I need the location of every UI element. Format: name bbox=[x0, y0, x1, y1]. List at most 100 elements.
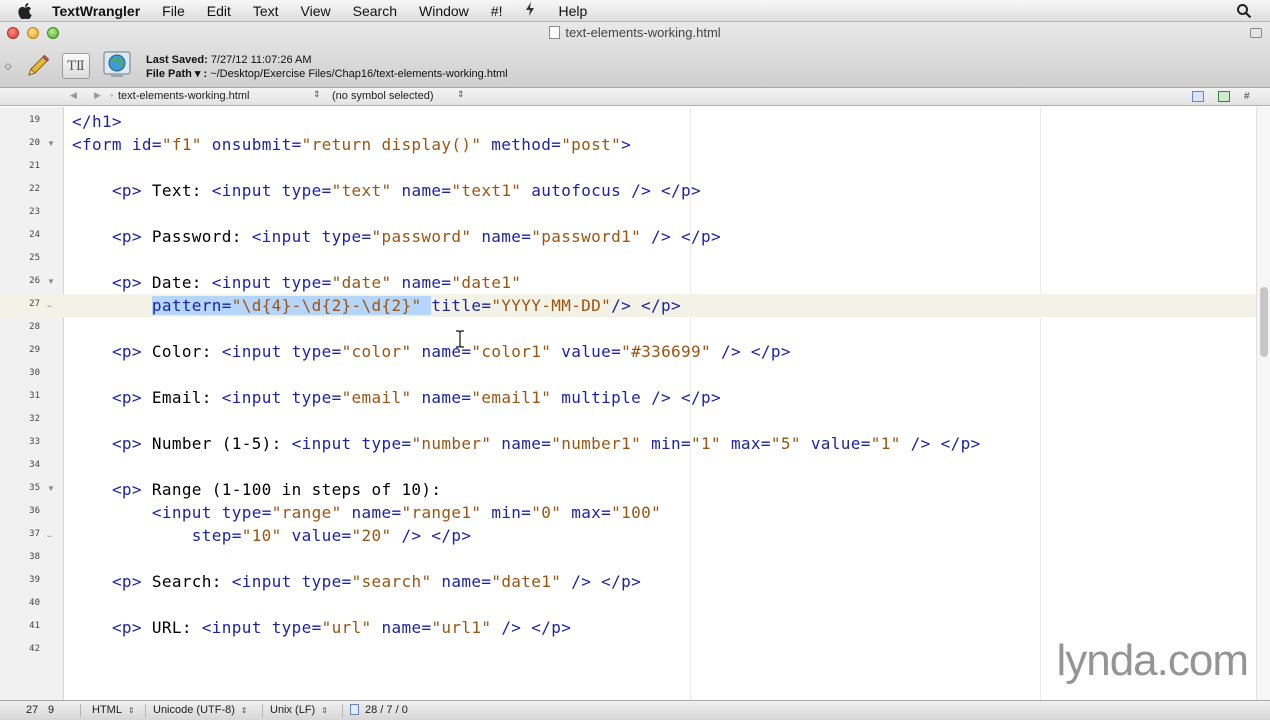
code-line[interactable]: 30 bbox=[0, 363, 1256, 386]
fold-end-icon[interactable]: ⌙ bbox=[47, 532, 53, 540]
menu-help[interactable]: Help bbox=[547, 0, 598, 22]
nav-forward-icon[interactable]: ▶ bbox=[94, 90, 101, 101]
code-token: max= bbox=[720, 434, 771, 453]
menu-window[interactable]: Window bbox=[408, 0, 480, 22]
code-line[interactable]: 26 ▼ <p> Date: <input type="date" name="d… bbox=[0, 271, 1256, 294]
code-text: <p> Search: <input type="search" name="d… bbox=[72, 572, 641, 591]
code-text: <p> URL: <input type="url" name="url1" /… bbox=[72, 618, 571, 637]
code-token: type= bbox=[291, 342, 342, 361]
edit-pencil-icon[interactable] bbox=[24, 52, 52, 80]
encoding-menu[interactable]: Unicode (UTF-8) ⇕ bbox=[153, 704, 248, 716]
file-path-label[interactable]: File Path ▾ : bbox=[146, 68, 207, 80]
status-bar: 27 9 HTML ⇕ Unicode (UTF-8) ⇕ Unix (LF) ⇕ 2… bbox=[0, 700, 1270, 720]
code-token: step= bbox=[191, 526, 242, 545]
code-line[interactable]: 32 bbox=[0, 409, 1256, 432]
menu-shebang[interactable]: #! bbox=[480, 0, 514, 22]
nav-back-icon[interactable]: ◀ bbox=[70, 90, 77, 101]
menu-file[interactable]: File bbox=[151, 0, 196, 22]
line-number: 22 bbox=[29, 184, 40, 194]
code-text: <p> Password: <input type="password" nam… bbox=[72, 227, 721, 246]
fold-collapse-icon[interactable]: ▼ bbox=[47, 484, 55, 493]
code-line[interactable]: 29 <p> Color: <input type="color" name="… bbox=[0, 340, 1256, 363]
spotlight-search-icon[interactable] bbox=[1236, 3, 1252, 19]
code-line[interactable]: 21 bbox=[0, 156, 1256, 179]
code-line[interactable]: 38 bbox=[0, 547, 1256, 570]
code-line[interactable]: 25 bbox=[0, 248, 1256, 271]
file-selector-arrows-icon[interactable]: ⇕ bbox=[313, 89, 321, 100]
code-token: "1" bbox=[870, 434, 901, 453]
code-line[interactable]: 23 bbox=[0, 202, 1256, 225]
toolbar-menu-diamond-icon[interactable]: ◇ bbox=[4, 61, 12, 71]
code-token: type= bbox=[271, 618, 322, 637]
code-line[interactable]: 36 <input type="range" name="range1" min… bbox=[0, 501, 1256, 524]
line-number: 41 bbox=[29, 621, 40, 631]
line-number: 37 bbox=[29, 529, 40, 539]
code-token: "\d{4}-\d{2}-\d{2}" bbox=[231, 296, 432, 315]
code-line[interactable]: 27 ⌙ pattern="\d{4}-\d{2}-\d{2}" title="Y… bbox=[0, 294, 1256, 317]
code-token: "url1" bbox=[431, 618, 492, 637]
code-token: <p> bbox=[111, 480, 142, 499]
code-line[interactable]: 19 </h1> bbox=[0, 110, 1256, 133]
symbol-selector[interactable]: (no symbol selected) bbox=[332, 90, 434, 102]
line-endings-menu[interactable]: Unix (LF) ⇕ bbox=[270, 704, 328, 716]
code-token: /> </p> bbox=[611, 296, 681, 315]
document-stats-icon[interactable]: 28 / 7 / 0 bbox=[350, 704, 408, 716]
line-number: 36 bbox=[29, 506, 40, 516]
code-text: <p> Email: <input type="email" name="ema… bbox=[72, 388, 721, 407]
code-line[interactable]: 33 <p> Number (1-5): <input type="number… bbox=[0, 432, 1256, 455]
code-text: <p> Date: <input type="date" name="date1… bbox=[72, 273, 521, 292]
apple-menu-icon[interactable] bbox=[18, 2, 34, 19]
code-token: name= bbox=[391, 273, 452, 292]
line-number: 40 bbox=[29, 598, 40, 608]
lock-icon[interactable]: ◦ bbox=[110, 90, 113, 100]
code-line[interactable]: 34 bbox=[0, 455, 1256, 478]
counterparts-icon[interactable] bbox=[1218, 91, 1230, 102]
symbol-selector-arrows-icon[interactable]: ⇕ bbox=[457, 89, 465, 100]
file-selector[interactable]: text-elements-working.html bbox=[118, 90, 249, 102]
menu-text[interactable]: Text bbox=[242, 0, 290, 22]
code-token: <input bbox=[211, 273, 282, 292]
code-token: "password" bbox=[371, 227, 472, 246]
includes-menu-icon[interactable]: # bbox=[1244, 91, 1256, 102]
vertical-scrollbar[interactable] bbox=[1256, 107, 1270, 700]
code-token: <input bbox=[221, 388, 292, 407]
code-editor[interactable]: 19 </h1> 20 ▼ <form id="f1" onsubmit="return… bbox=[0, 107, 1270, 700]
markers-icon[interactable] bbox=[1192, 91, 1204, 102]
fold-end-icon[interactable]: ⌙ bbox=[47, 302, 53, 310]
code-token: "0" bbox=[531, 503, 562, 522]
code-line[interactable]: 37 ⌙ step="10" value="20" /> </p> bbox=[0, 524, 1256, 547]
code-token: Search: bbox=[141, 572, 232, 591]
line-number: 29 bbox=[29, 345, 40, 355]
code-line[interactable]: 39 <p> Search: <input type="search" name… bbox=[0, 570, 1256, 593]
code-line[interactable]: 22 <p> Text: <input type="text" name="te… bbox=[0, 179, 1256, 202]
code-line[interactable]: 35 ▼ <p> Range (1-100 in steps of 10): bbox=[0, 478, 1256, 501]
fold-collapse-icon[interactable]: ▼ bbox=[47, 277, 55, 286]
menu-edit[interactable]: Edit bbox=[196, 0, 242, 22]
code-line[interactable]: 31 <p> Email: <input type="email" name="… bbox=[0, 386, 1256, 409]
language-menu[interactable]: HTML ⇕ bbox=[92, 704, 135, 716]
text-options-icon[interactable]: TⅡ bbox=[62, 53, 90, 79]
code-token: name= bbox=[371, 618, 432, 637]
menu-search[interactable]: Search bbox=[342, 0, 408, 22]
fold-collapse-icon[interactable]: ▼ bbox=[47, 139, 55, 148]
menu-app-name[interactable]: TextWrangler bbox=[46, 0, 151, 22]
code-token: Date: bbox=[141, 273, 212, 292]
code-text: </h1> bbox=[72, 112, 122, 131]
code-token: "#336699" bbox=[621, 342, 711, 361]
script-icon[interactable] bbox=[513, 0, 547, 22]
menu-view[interactable]: View bbox=[290, 0, 342, 22]
code-line[interactable]: 24 <p> Password: <input type="password" … bbox=[0, 225, 1256, 248]
code-token: /> </p> bbox=[900, 434, 981, 453]
toolbar-toggle-icon[interactable] bbox=[1250, 28, 1262, 38]
scrollbar-thumb[interactable] bbox=[1260, 287, 1268, 357]
code-line[interactable]: 40 bbox=[0, 593, 1256, 616]
line-number: 39 bbox=[29, 575, 40, 585]
code-line[interactable]: 20 ▼ <form id="f1" onsubmit="return displa… bbox=[0, 133, 1256, 156]
status-divider bbox=[262, 704, 263, 717]
code-line[interactable]: 28 bbox=[0, 317, 1256, 340]
preview-in-browser-icon[interactable] bbox=[100, 50, 136, 80]
